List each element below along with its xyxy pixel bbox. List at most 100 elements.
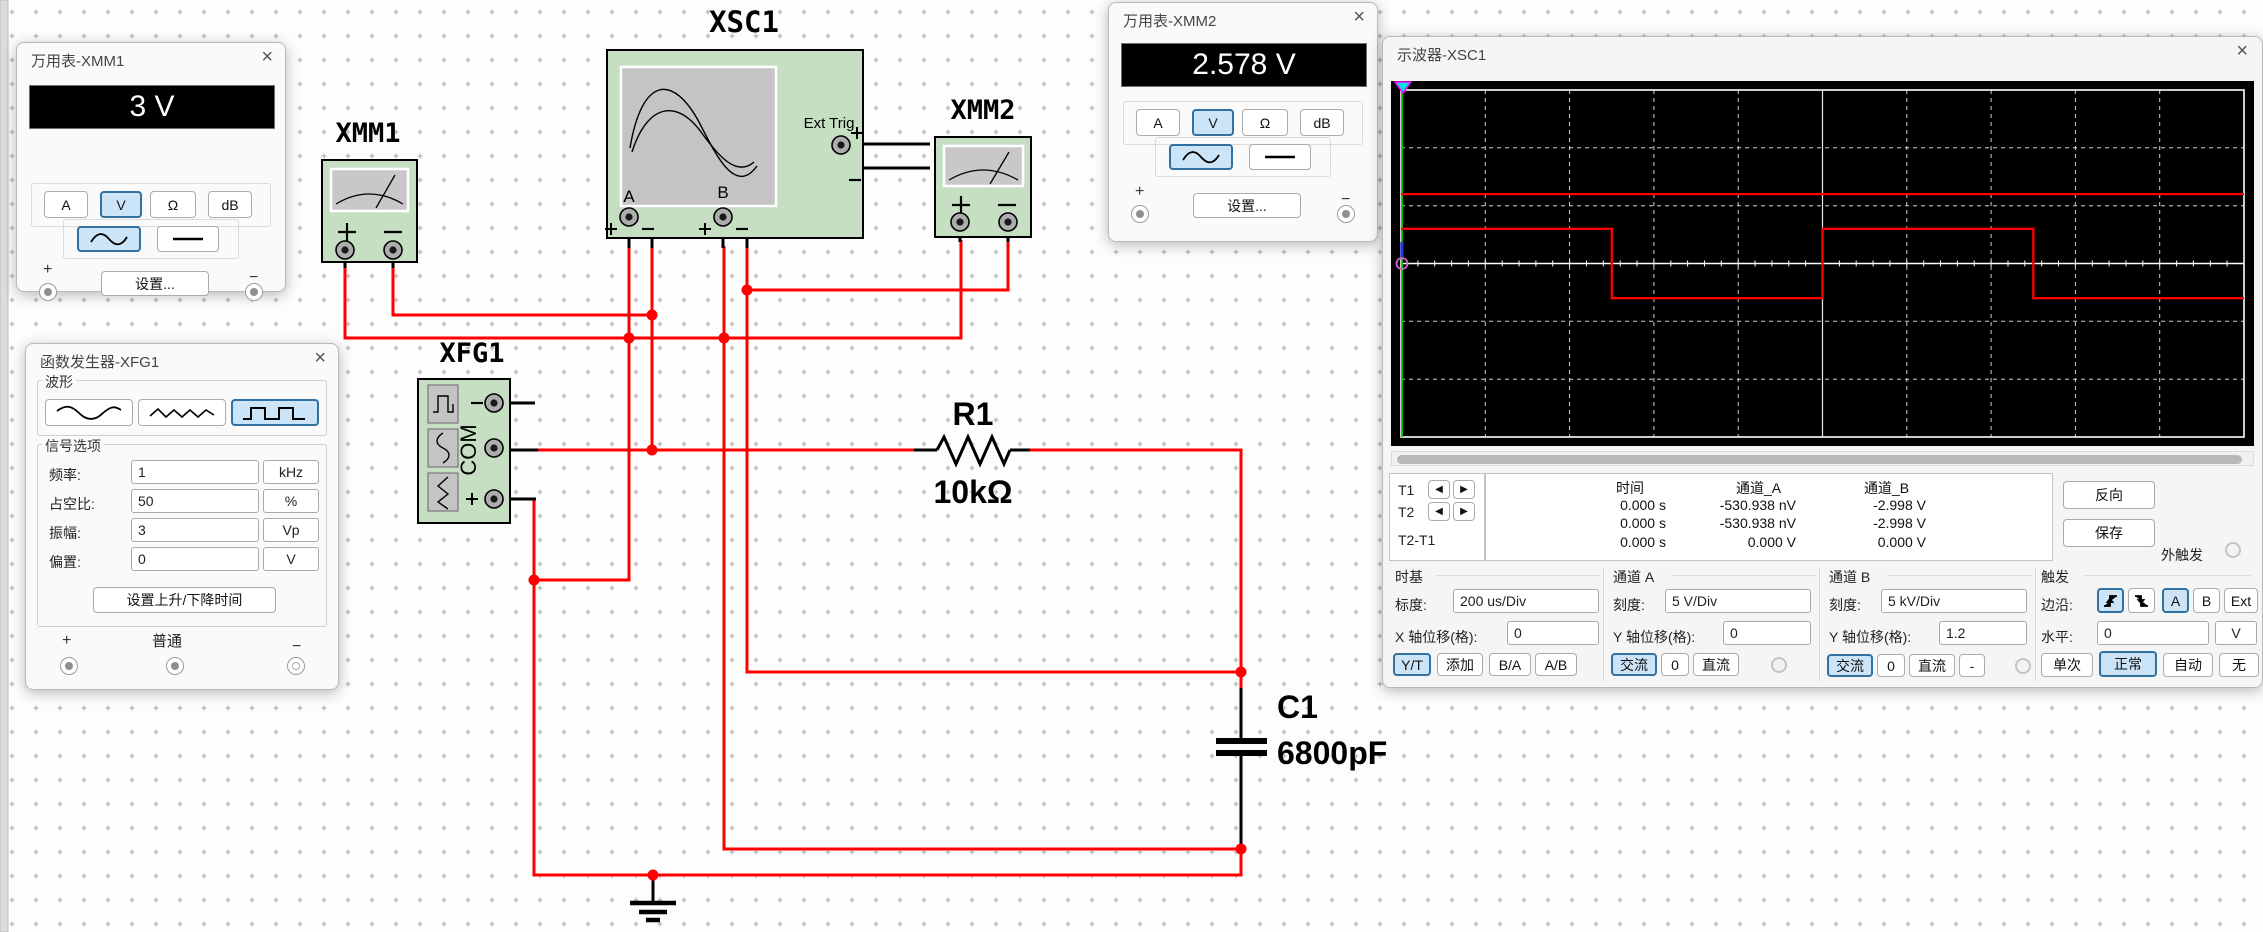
channel-a-ypos-label: Y 轴位移(格): bbox=[1613, 629, 1696, 645]
xmm2-mode-db[interactable]: dB bbox=[1300, 109, 1344, 136]
timebase-add-button[interactable]: 添加 bbox=[1437, 653, 1483, 676]
arrow-left-icon: ◀ bbox=[1435, 484, 1443, 495]
xfg1-minus-jack bbox=[287, 657, 305, 675]
t1-right-button[interactable]: ▶ bbox=[1453, 480, 1475, 499]
channel-a-zero-button[interactable]: 0 bbox=[1661, 653, 1689, 676]
channel-b-minus-button[interactable]: - bbox=[1959, 654, 1985, 677]
flat-line-icon bbox=[1265, 155, 1295, 159]
xmm1-settings-button[interactable]: 设置... bbox=[101, 271, 209, 296]
xmm2-mode-ohm[interactable]: Ω bbox=[1242, 109, 1288, 136]
channel-b-zero-button[interactable]: 0 bbox=[1877, 654, 1905, 677]
xmm2-ac-button[interactable] bbox=[1169, 144, 1233, 170]
xfg1-plus-label: + bbox=[62, 632, 72, 649]
amplitude-input[interactable]: 3 bbox=[131, 518, 259, 542]
channel-a-scale-input[interactable]: 5 V/Div bbox=[1665, 589, 1811, 613]
xmm1-mode-db[interactable]: dB bbox=[208, 191, 252, 218]
trigger-single-button[interactable]: 单次 bbox=[2041, 653, 2093, 677]
channel-a-ac-button[interactable]: 交流 bbox=[1611, 653, 1657, 676]
xmm1-minus-jack bbox=[245, 283, 263, 301]
trigger-auto-button[interactable]: 自动 bbox=[2163, 653, 2213, 677]
xsc1-ref-label: XSC1 bbox=[709, 5, 779, 39]
t2-channel-a: -530.938 nV bbox=[1719, 515, 1796, 531]
t2-left-button[interactable]: ◀ bbox=[1428, 502, 1450, 521]
xmm2-display: 2.578 V bbox=[1121, 43, 1367, 87]
trigger-source-b-button[interactable]: B bbox=[2193, 588, 2220, 613]
rising-edge-icon bbox=[2103, 594, 2117, 607]
xmm1-mode-ohm[interactable]: Ω bbox=[150, 191, 196, 218]
xmm1-dialog[interactable]: 万用表-XMM1 × 3 V A V Ω dB + − 设置... bbox=[16, 42, 286, 301]
rise-fall-time-button[interactable]: 设置上升/下降时间 bbox=[93, 587, 276, 613]
readout-header-time: 时间 bbox=[1616, 480, 1644, 496]
xmm1-mode-current[interactable]: A bbox=[44, 191, 88, 218]
timebase-yt-button[interactable]: Y/T bbox=[1393, 653, 1431, 676]
waveform-triangle-button[interactable] bbox=[138, 399, 226, 426]
reverse-button[interactable]: 反向 bbox=[2063, 481, 2155, 509]
trigger-source-ext-button[interactable]: Ext bbox=[2224, 588, 2258, 613]
triangle-wave-icon bbox=[149, 407, 215, 418]
xmm2-mode-current[interactable]: A bbox=[1136, 109, 1180, 136]
trigger-source-a-button[interactable]: A bbox=[2162, 588, 2189, 613]
trigger-none-button[interactable]: 无 bbox=[2219, 653, 2259, 677]
t2-t1-label: T2-T1 bbox=[1398, 532, 1436, 548]
channel-b-indicator-ring bbox=[2015, 658, 2031, 674]
scope-screen[interactable] bbox=[1391, 81, 2254, 446]
channel-b-ypos-input[interactable]: 1.2 bbox=[1939, 621, 2027, 645]
timebase-xpos-input[interactable]: 0 bbox=[1507, 621, 1599, 645]
xmm1-mode-voltage[interactable]: V bbox=[100, 191, 142, 218]
offset-unit: V bbox=[263, 547, 319, 571]
xmm1-dc-button[interactable] bbox=[157, 226, 219, 252]
xmm1-display: 3 V bbox=[29, 85, 275, 129]
rising-edge-button[interactable] bbox=[2097, 588, 2124, 613]
xmm2-dialog-title: 万用表-XMM2 bbox=[1123, 13, 1217, 30]
scope-scrollbar-thumb[interactable] bbox=[1397, 454, 2242, 464]
channel-a-ypos-input[interactable]: 0 bbox=[1723, 621, 1811, 645]
close-icon[interactable]: × bbox=[314, 348, 326, 368]
xmm2-settings-button[interactable]: 设置... bbox=[1193, 193, 1301, 218]
channel-b-dc-button[interactable]: 直流 bbox=[1909, 654, 1955, 677]
channel-b-ac-button[interactable]: 交流 bbox=[1827, 654, 1873, 677]
close-icon[interactable]: × bbox=[261, 47, 273, 67]
channel-a-indicator-ring bbox=[1771, 657, 1787, 673]
waveform-square-button[interactable] bbox=[231, 399, 319, 426]
readout-header-channel-b: 通道_B bbox=[1864, 480, 1910, 496]
readout-header-channel-a: 通道_A bbox=[1736, 480, 1782, 496]
trigger-normal-button[interactable]: 正常 bbox=[2099, 651, 2157, 677]
timebase-scale-input[interactable]: 200 us/Div bbox=[1453, 589, 1599, 613]
xmm2-dc-button[interactable] bbox=[1249, 144, 1311, 170]
duty-unit: % bbox=[263, 489, 319, 513]
xmm2-dialog[interactable]: 万用表-XMM2 × 2.578 V A V Ω dB + − 设置... bbox=[1108, 2, 1378, 242]
trigger-edge-label: 边沿: bbox=[2041, 597, 2073, 613]
offset-label: 偏置: bbox=[49, 554, 81, 570]
close-icon[interactable]: × bbox=[2236, 41, 2248, 61]
channel-b-scale-label: 刻度: bbox=[1829, 597, 1861, 613]
timebase-ba-button[interactable]: B/A bbox=[1489, 653, 1531, 676]
channel-a-label: A bbox=[623, 187, 635, 206]
trigger-level-input[interactable]: 0 bbox=[2097, 621, 2209, 645]
t1-left-button[interactable]: ◀ bbox=[1428, 480, 1450, 499]
sine-wave-icon bbox=[90, 233, 128, 246]
oscilloscope-dialog[interactable]: 示波器-XSC1 × T1 ◀ ▶ T2 ◀ ▶ T2-T1 时间 通道_A 通… bbox=[1382, 36, 2263, 688]
cursor-handle-icon[interactable] bbox=[1393, 81, 1413, 95]
scope-scrollbar[interactable] bbox=[1391, 451, 2254, 466]
offset-input[interactable]: 0 bbox=[131, 547, 259, 571]
sine-wave-icon bbox=[56, 405, 122, 420]
t2-right-button[interactable]: ▶ bbox=[1453, 502, 1475, 521]
xsc1-screen bbox=[619, 65, 778, 208]
xfg1-plus-jack bbox=[60, 657, 78, 675]
t1-channel-b: -2.998 V bbox=[1873, 497, 1926, 513]
frequency-input[interactable]: 1 bbox=[131, 460, 259, 484]
xmm1-ac-button[interactable] bbox=[77, 226, 141, 252]
save-button[interactable]: 保存 bbox=[2063, 519, 2155, 547]
waveform-sine-button[interactable] bbox=[45, 399, 133, 426]
close-icon[interactable]: × bbox=[1353, 7, 1365, 27]
duty-input[interactable]: 50 bbox=[131, 489, 259, 513]
falling-edge-button[interactable] bbox=[2128, 588, 2155, 613]
xmm2-mode-voltage[interactable]: V bbox=[1192, 109, 1234, 136]
duty-label: 占空比: bbox=[49, 496, 95, 512]
channel-a-dc-button[interactable]: 直流 bbox=[1693, 653, 1739, 676]
left-panel-edge bbox=[0, 0, 9, 932]
xfg1-dialog[interactable]: 函数发生器-XFG1 × 波形 信号选项 频率: 1 kHz 占空比: 50 %… bbox=[25, 343, 339, 690]
timebase-ab-button[interactable]: A/B bbox=[1535, 653, 1577, 676]
channel-b-scale-input[interactable]: 5 kV/Div bbox=[1881, 589, 2027, 613]
t1-channel-a: -530.938 nV bbox=[1719, 497, 1796, 513]
